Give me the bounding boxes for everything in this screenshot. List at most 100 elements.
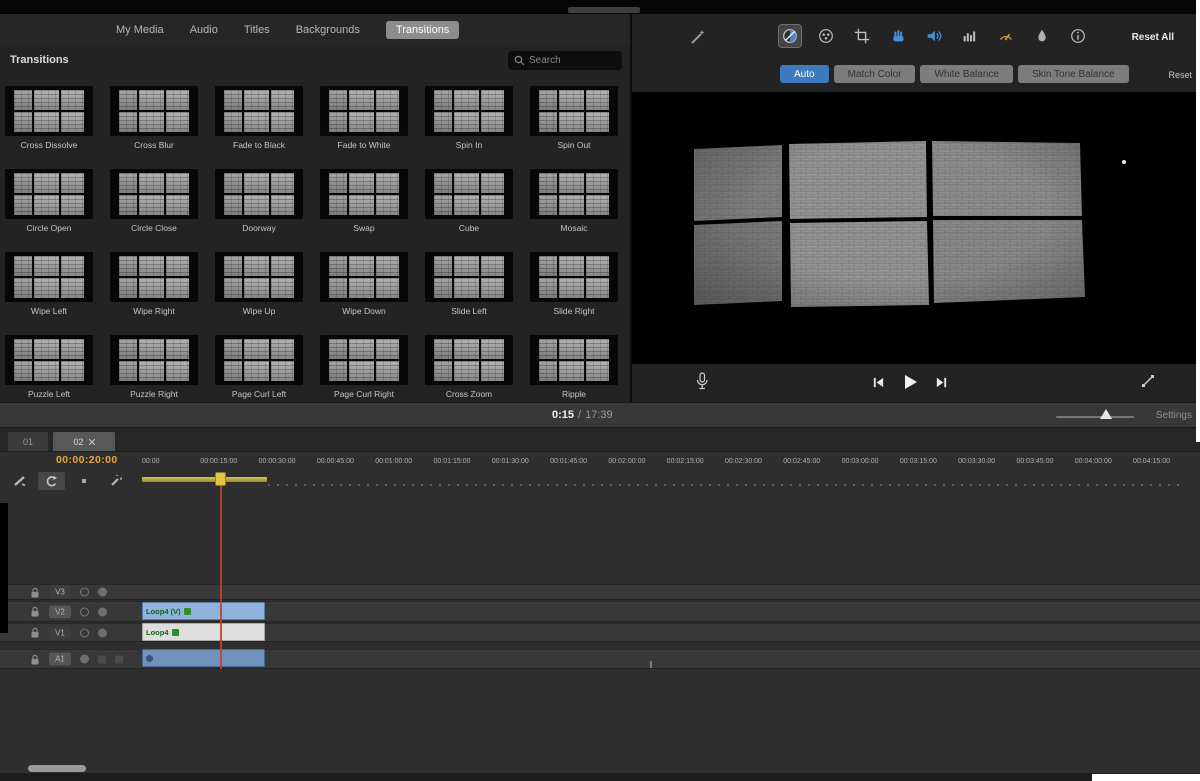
volume-button[interactable]	[922, 24, 946, 48]
speed-button[interactable]	[994, 24, 1018, 48]
color-balance-options: Auto Match Color White Balance Skin Tone…	[632, 62, 1200, 92]
track-options-icon[interactable]	[80, 655, 89, 664]
transition-label: Page Curl Left	[215, 389, 303, 399]
clip-loop4-video[interactable]: Loop4 (V)	[142, 602, 265, 620]
ruler-label: 00:03:00:00	[842, 458, 900, 465]
track-visibility-icon[interactable]	[80, 588, 89, 597]
playhead-line[interactable]	[220, 473, 222, 669]
timeline-tab-2[interactable]: 02	[53, 432, 115, 451]
transition-item[interactable]: Page Curl Left	[215, 335, 303, 401]
time-separator: /	[578, 409, 581, 421]
transition-item[interactable]: Ripple	[530, 335, 618, 401]
timeline-tab-1[interactable]: 01	[8, 432, 48, 451]
reset-all-button[interactable]: Reset All	[1132, 32, 1174, 43]
color-correction-button[interactable]	[814, 24, 838, 48]
transition-item[interactable]: Fade to Black	[215, 86, 303, 152]
track-label[interactable]: A1	[49, 653, 71, 666]
clip-loop4[interactable]: Loop4	[142, 623, 265, 641]
transition-item[interactable]: Wipe Left	[5, 252, 93, 318]
stabilization-icon	[889, 27, 907, 45]
ruler-label: 00:02:30:00	[725, 458, 783, 465]
clip-filter-button[interactable]	[1030, 24, 1054, 48]
audio-toggle-icon[interactable]	[98, 655, 106, 663]
tab-backgrounds[interactable]: Backgrounds	[296, 24, 360, 36]
ruler-label: 00:02:00:00	[608, 458, 666, 465]
track-visibility-icon[interactable]	[80, 628, 89, 637]
lock-icon[interactable]	[30, 627, 40, 639]
enhance-wand-button[interactable]	[688, 28, 706, 51]
transition-item[interactable]: Wipe Right	[110, 252, 198, 318]
transition-item[interactable]: Slide Right	[530, 252, 618, 318]
search-field[interactable]	[508, 51, 622, 70]
tab-my-media[interactable]: My Media	[116, 24, 164, 36]
transition-item[interactable]: Fade to White	[320, 86, 408, 152]
track-label[interactable]: V1	[49, 626, 71, 639]
audio-toggle-icon[interactable]	[115, 655, 123, 663]
transition-thumbnail	[425, 86, 513, 136]
transition-item[interactable]: Puzzle Left	[5, 335, 93, 401]
transition-item[interactable]: Cross Blur	[110, 86, 198, 152]
blade-tool-button[interactable]	[6, 472, 33, 490]
auto-button[interactable]: Auto	[780, 65, 829, 83]
voiceover-mic-button[interactable]	[694, 371, 710, 396]
track-label[interactable]: V2	[49, 605, 71, 618]
tab-audio[interactable]: Audio	[190, 24, 218, 36]
transition-item[interactable]: Spin In	[425, 86, 513, 152]
track-options-icon[interactable]	[98, 607, 107, 616]
fullscreen-button[interactable]	[1140, 373, 1156, 394]
transition-item[interactable]: Puzzle Right	[110, 335, 198, 401]
undo-tool-button[interactable]	[38, 472, 65, 490]
track-options-icon[interactable]	[98, 588, 107, 597]
white-balance-button[interactable]: White Balance	[920, 65, 1012, 83]
stabilization-button[interactable]	[886, 24, 910, 48]
crop-button[interactable]	[850, 24, 874, 48]
match-color-button[interactable]: Match Color	[834, 65, 916, 83]
wrench-tool-button[interactable]	[102, 472, 129, 490]
close-icon[interactable]	[89, 439, 95, 445]
previous-button[interactable]	[872, 376, 885, 394]
tab-titles[interactable]: Titles	[244, 24, 270, 36]
slider-thumb[interactable]	[1100, 409, 1112, 419]
noise-reduction-equalizer-button[interactable]	[958, 24, 982, 48]
transition-item[interactable]: Page Curl Right	[320, 335, 408, 401]
transition-item[interactable]: Slide Left	[425, 252, 513, 318]
skip-forward-icon	[935, 376, 948, 389]
color-balance-button[interactable]	[778, 24, 802, 48]
transition-item[interactable]: Cube	[425, 169, 513, 235]
transition-item[interactable]: Cross Zoom	[425, 335, 513, 401]
transition-item[interactable]: Mosaic	[530, 169, 618, 235]
ruler-label: 00:03:45:00	[1016, 458, 1074, 465]
lock-icon[interactable]	[30, 653, 40, 665]
transition-item[interactable]: Circle Close	[110, 169, 198, 235]
search-input[interactable]	[529, 55, 616, 66]
transition-item[interactable]: Swap	[320, 169, 408, 235]
transition-item[interactable]: Doorway	[215, 169, 303, 235]
scrollbar-thumb[interactable]	[28, 765, 86, 772]
lock-icon[interactable]	[30, 606, 40, 618]
transition-item[interactable]: Cross Dissolve	[5, 86, 93, 152]
track-label[interactable]: V3	[49, 586, 71, 599]
marker-tool-button[interactable]	[70, 472, 97, 490]
track-visibility-icon[interactable]	[80, 607, 89, 616]
clip-information-button[interactable]	[1066, 24, 1090, 48]
playhead-handle[interactable]	[215, 472, 226, 486]
tab-transitions[interactable]: Transitions	[386, 21, 459, 39]
transition-item[interactable]: Wipe Down	[320, 252, 408, 318]
next-button[interactable]	[935, 376, 948, 394]
adjust-icons	[778, 24, 1090, 48]
reset-button[interactable]: Reset	[1168, 70, 1192, 80]
track-row-v3: V3	[0, 584, 1200, 600]
transition-thumbnail	[320, 86, 408, 136]
lock-icon[interactable]	[30, 586, 40, 598]
transition-item[interactable]: Circle Open	[5, 169, 93, 235]
timeline-ruler[interactable]: 00:00 00:00:15:00 00:00:30:00 00:00:45:0…	[142, 458, 1194, 465]
transition-item[interactable]: Wipe Up	[215, 252, 303, 318]
track-options-icon[interactable]	[98, 628, 107, 637]
transition-item[interactable]: Spin Out	[530, 86, 618, 152]
skin-tone-balance-button[interactable]: Skin Tone Balance	[1018, 65, 1129, 83]
clip-audio[interactable]	[142, 649, 265, 667]
thumbnail-zoom-slider[interactable]	[1056, 416, 1134, 418]
settings-button[interactable]: Settings	[1156, 410, 1192, 421]
transition-thumbnail	[215, 169, 303, 219]
play-button[interactable]	[901, 373, 919, 396]
